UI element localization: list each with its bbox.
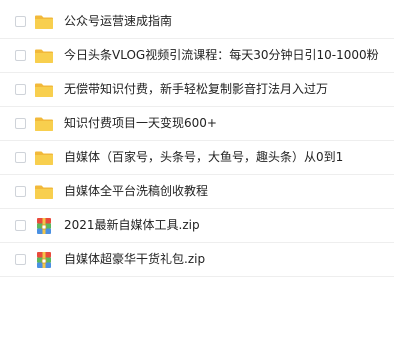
zip-archive-icon <box>34 216 54 236</box>
folder-icon <box>34 80 54 100</box>
file-row-folder[interactable]: 今日头条VLOG视频引流课程：每天30分钟日引10-1000粉 <box>0 39 394 73</box>
file-name[interactable]: 无偿带知识付费，新手轻松复制影音打法月入过万 <box>64 73 328 106</box>
row-checkbox[interactable] <box>15 152 26 163</box>
file-name[interactable]: 公众号运营速成指南 <box>64 5 172 38</box>
row-checkbox[interactable] <box>15 16 26 27</box>
row-checkbox[interactable] <box>15 254 26 265</box>
file-row-folder[interactable]: 公众号运营速成指南 <box>0 5 394 39</box>
file-row-zip[interactable]: 自媒体超豪华干货礼包.zip <box>0 243 394 277</box>
file-row-folder[interactable]: 自媒体全平台洗稿创收教程 <box>0 175 394 209</box>
folder-icon <box>34 114 54 134</box>
file-name[interactable]: 知识付费项目一天变现600+ <box>64 107 217 140</box>
file-name[interactable]: 自媒体（百家号，头条号，大鱼号，趣头条）从0到1 <box>64 141 343 174</box>
folder-icon <box>34 182 54 202</box>
folder-icon <box>34 46 54 66</box>
row-checkbox[interactable] <box>15 186 26 197</box>
file-name[interactable]: 自媒体超豪华干货礼包.zip <box>64 243 205 276</box>
file-name[interactable]: 2021最新自媒体工具.zip <box>64 209 200 242</box>
row-checkbox[interactable] <box>15 84 26 95</box>
folder-icon <box>34 12 54 32</box>
file-name[interactable]: 自媒体全平台洗稿创收教程 <box>64 175 208 208</box>
folder-icon <box>34 148 54 168</box>
file-row-folder[interactable]: 自媒体（百家号，头条号，大鱼号，趣头条）从0到1 <box>0 141 394 175</box>
row-checkbox[interactable] <box>15 220 26 231</box>
file-list: 公众号运营速成指南 今日头条VLOG视频引流课程：每天30分钟日引10-1000… <box>0 5 394 277</box>
row-checkbox[interactable] <box>15 50 26 61</box>
row-checkbox[interactable] <box>15 118 26 129</box>
file-row-zip[interactable]: 2021最新自媒体工具.zip <box>0 209 394 243</box>
file-row-folder[interactable]: 无偿带知识付费，新手轻松复制影音打法月入过万 <box>0 73 394 107</box>
file-row-folder[interactable]: 知识付费项目一天变现600+ <box>0 107 394 141</box>
zip-archive-icon <box>34 250 54 270</box>
file-name[interactable]: 今日头条VLOG视频引流课程：每天30分钟日引10-1000粉 <box>64 39 379 72</box>
